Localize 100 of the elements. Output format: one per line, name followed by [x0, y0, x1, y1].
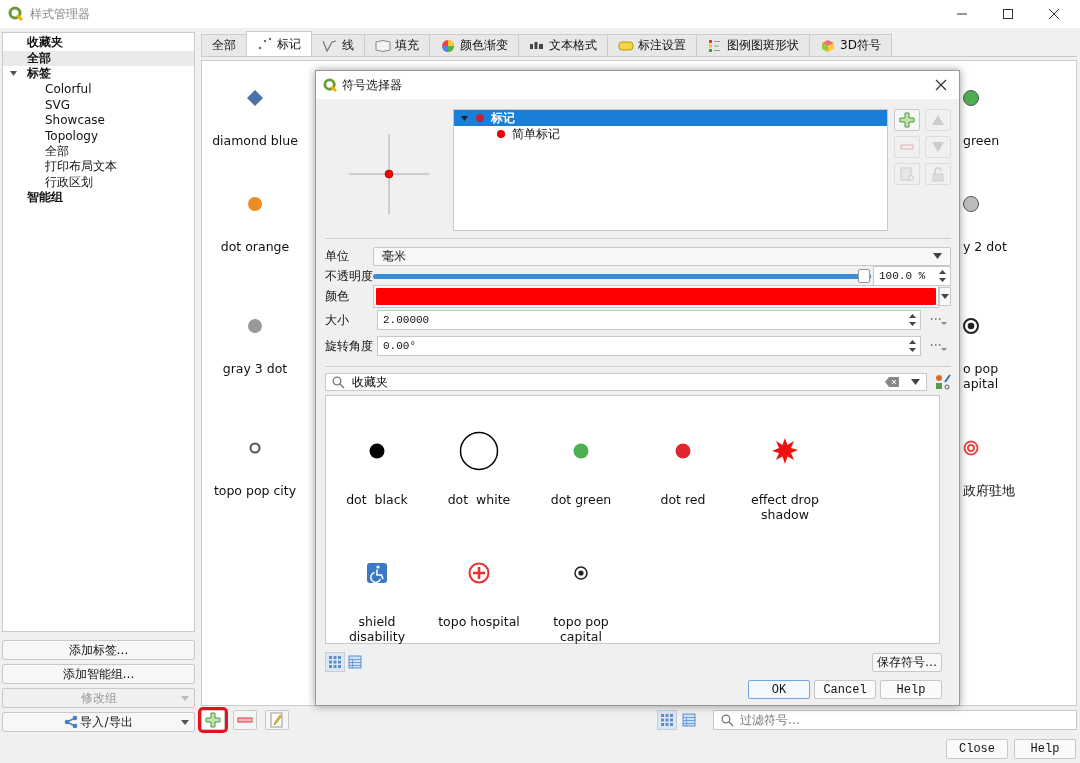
save-symbol-button[interactable]: 保存符号…: [872, 652, 942, 672]
layer-item[interactable]: 标记: [454, 110, 887, 126]
share-icon: [64, 715, 79, 729]
tree-item[interactable]: 全部: [45, 142, 69, 160]
dropdown-arrow-icon: [933, 253, 942, 259]
up-arrow-icon: [931, 114, 945, 126]
tree-item[interactable]: Showcase: [45, 113, 105, 128]
tree-item[interactable]: 行政区划: [45, 173, 93, 191]
bigring-symbol-icon[interactable]: [459, 431, 499, 471]
filter-field[interactable]: 过滤符号…: [713, 710, 1077, 730]
tree-item[interactable]: 全部: [27, 49, 51, 67]
sidebar-button[interactable]: 添加智能组…: [2, 664, 195, 684]
style-manager-icon[interactable]: [935, 374, 951, 390]
unit-dropdown[interactable]: 毫米: [373, 246, 951, 266]
spin-arrows-icon: [908, 339, 917, 353]
add-layer-button[interactable]: [894, 109, 920, 131]
property-label: 旋转角度: [325, 337, 374, 355]
dialog-title: 符号选择器: [342, 76, 402, 94]
symbol-name: topo hospital: [438, 614, 520, 629]
minus-icon: [900, 144, 914, 150]
remove-symbol-button[interactable]: [233, 710, 257, 730]
opacity-spinbox[interactable]: 100.0 %: [873, 266, 951, 286]
tree-item[interactable]: SVG: [45, 97, 71, 112]
dot-symbol-icon[interactable]: [245, 316, 265, 336]
tab[interactable]: 标注设置: [607, 34, 697, 56]
dots-icon: [257, 37, 273, 51]
tree-item[interactable]: Topology: [45, 128, 98, 143]
spin-arrows-icon: [908, 313, 917, 327]
tab[interactable]: 标记: [246, 31, 312, 56]
search-field[interactable]: 收藏夹: [325, 373, 927, 391]
sidebar-button[interactable]: 导入/导出: [2, 712, 195, 732]
tree-item[interactable]: 收藏夹: [27, 34, 63, 52]
dropdown-arrow-icon[interactable]: [911, 379, 920, 385]
symbol-name: dot orange: [220, 239, 290, 254]
lock-icon: [931, 166, 945, 182]
symbol-name: dot white: [447, 492, 511, 507]
close-icon[interactable]: [1048, 8, 1060, 20]
down-arrow-icon: [931, 141, 945, 153]
tab[interactable]: 图例图斑形状: [696, 34, 810, 56]
list-view-button[interactable]: [679, 710, 699, 730]
cube-icon: [820, 38, 836, 53]
symbol-name: effect drop shadow: [749, 492, 821, 522]
plus-icon: [899, 112, 915, 128]
maximize-icon[interactable]: [1002, 8, 1014, 20]
tab[interactable]: 3D符号: [809, 34, 892, 56]
number-spinbox[interactable]: 2.00000: [377, 310, 921, 330]
dot-icon: [496, 129, 506, 139]
dot-symbol-icon[interactable]: [961, 194, 981, 214]
sidebar-button[interactable]: 添加标签…: [2, 640, 195, 660]
search-icon: [721, 714, 734, 727]
list-view-button[interactable]: [345, 652, 365, 672]
tab[interactable]: 填充: [364, 34, 430, 56]
spin-arrows-icon: [938, 269, 947, 283]
footer-button[interactable]: Close: [946, 738, 1008, 759]
color-dropdown-button[interactable]: [939, 286, 951, 306]
symbol-name: o pop apital: [962, 361, 1000, 391]
symbol-name: diamond blue: [212, 133, 298, 148]
caret-icon[interactable]: [9, 69, 18, 79]
tab[interactable]: 全部: [201, 34, 247, 56]
target-symbol-icon[interactable]: [961, 438, 981, 458]
layer-item[interactable]: 简单标记: [454, 126, 887, 142]
tab[interactable]: 文本格式: [518, 34, 608, 56]
tree-item[interactable]: Colorful: [45, 82, 92, 97]
symbol-name: gray 3 dot: [222, 361, 288, 376]
tree-item[interactable]: 标签: [27, 65, 51, 83]
footer-button[interactable]: Help: [1014, 738, 1076, 759]
color-button[interactable]: [373, 284, 939, 308]
edit-symbol-button[interactable]: [265, 710, 289, 730]
property-label: 不透明度: [325, 267, 373, 285]
dropdown-arrow-icon: [181, 720, 189, 725]
tree-item[interactable]: 打印布局文本: [45, 158, 117, 176]
symbol-name: topo pop city: [213, 483, 297, 498]
number-spinbox[interactable]: 0.00°: [377, 336, 921, 356]
property-label: 大小: [325, 311, 350, 329]
dot-symbol-icon[interactable]: [961, 88, 981, 108]
close-icon[interactable]: [935, 79, 947, 91]
tab[interactable]: 线: [311, 34, 365, 56]
qgis-logo-icon: [323, 77, 338, 93]
opacity-slider[interactable]: [373, 269, 871, 283]
search-icon: [332, 376, 345, 389]
tree-item[interactable]: 智能组: [27, 189, 63, 207]
diamond-symbol-icon[interactable]: [245, 88, 265, 108]
dialog-button[interactable]: OK: [748, 680, 810, 699]
add-symbol-button[interactable]: [201, 710, 225, 730]
symbol-name: dot green: [550, 492, 612, 507]
icon-view-button[interactable]: [657, 710, 677, 730]
dialog-button[interactable]: Help: [880, 680, 942, 699]
tab[interactable]: 颜色渐变: [429, 34, 519, 56]
symbol-name: shield disability: [347, 614, 407, 644]
dotring-symbol-icon[interactable]: [961, 316, 981, 336]
dot-symbol-icon[interactable]: [245, 194, 265, 214]
dialog-button[interactable]: Cancel: [814, 680, 876, 699]
icon-view-button[interactable]: [325, 652, 345, 672]
symbol-name: dot red: [660, 492, 706, 507]
caret-icon[interactable]: [460, 113, 469, 123]
symbol-name: green: [962, 133, 1001, 148]
clear-icon[interactable]: [885, 377, 899, 387]
symbol-name: topo pop capital: [552, 614, 610, 644]
legend-icon: [707, 38, 723, 53]
table-icon: [682, 713, 696, 727]
